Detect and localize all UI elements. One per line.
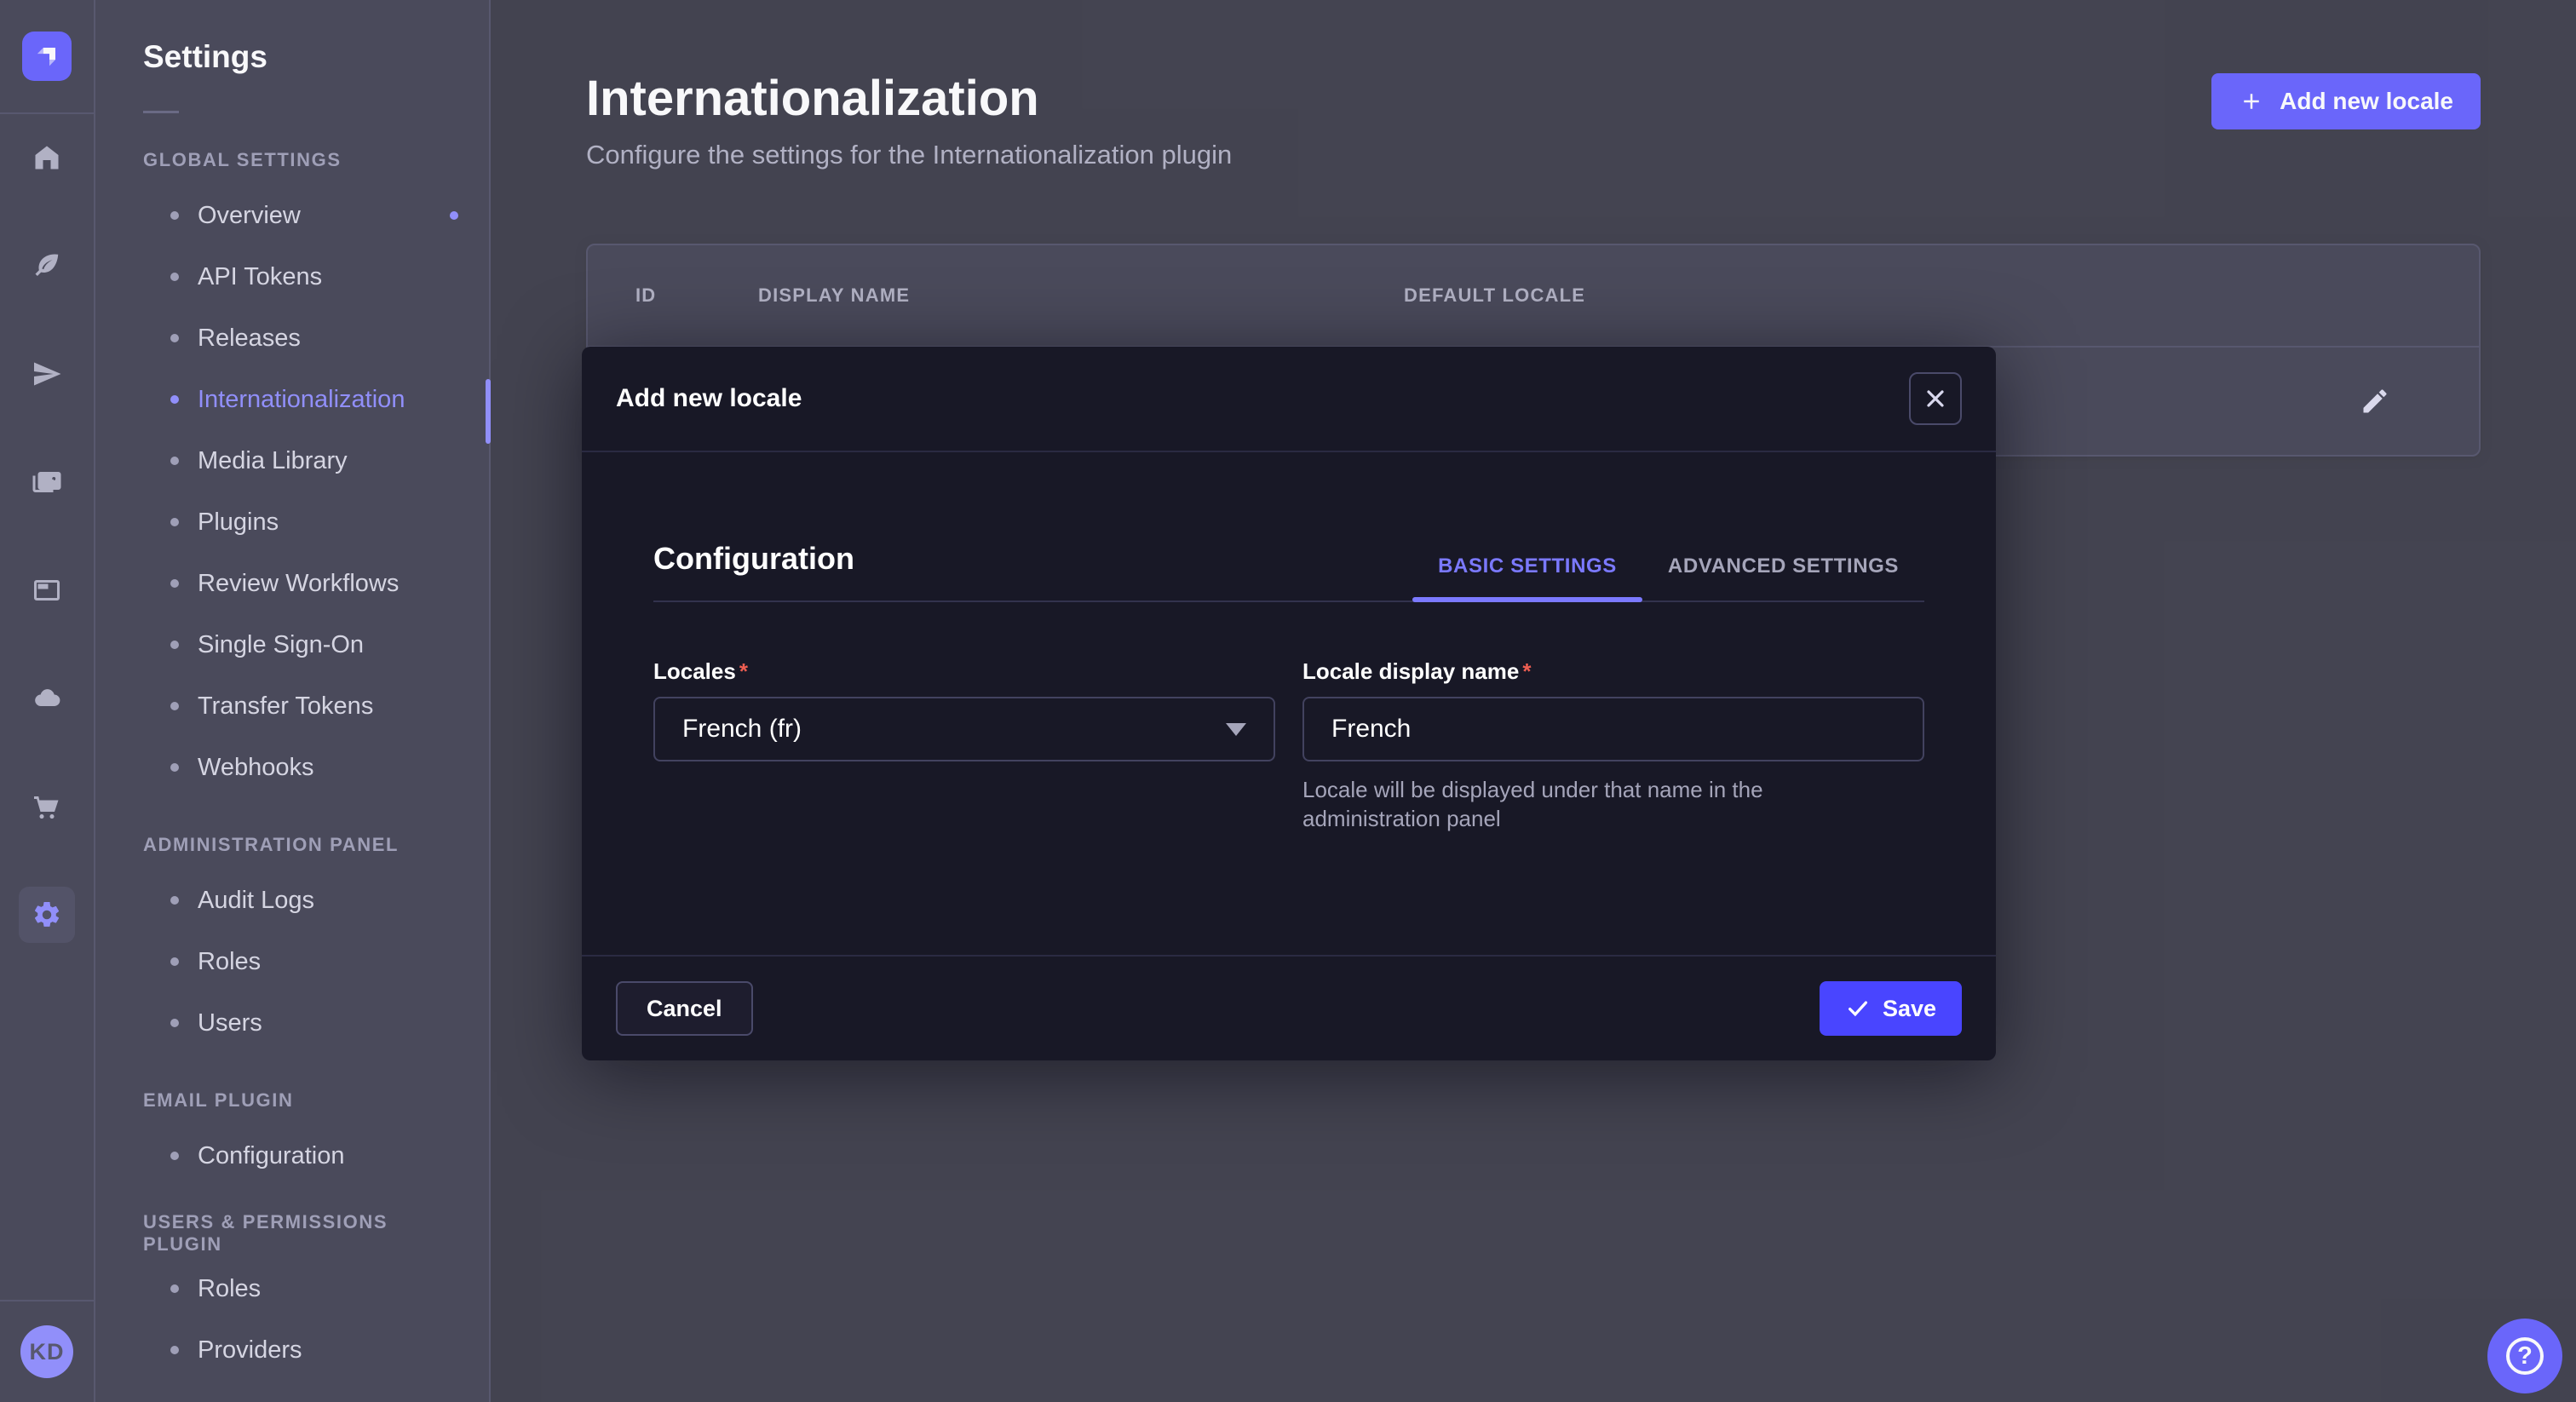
modal-body: Configuration BASIC SETTINGSADVANCED SET… <box>582 452 1996 955</box>
check-icon <box>1845 996 1871 1021</box>
close-icon <box>1922 385 1949 412</box>
strapi-admin-app: KD Settings GLOBAL SETTINGSOverviewAPI T… <box>0 0 2576 1402</box>
close-modal-button[interactable] <box>1909 372 1962 425</box>
display-name-hint: Locale will be displayed under that name… <box>1302 775 1890 834</box>
modal-title: Add new locale <box>616 384 802 413</box>
display-name-label-text: Locale display name <box>1302 658 1519 684</box>
locales-select-value: French (fr) <box>682 715 802 744</box>
locales-field: Locales* French (fr) <box>653 658 1275 834</box>
required-asterisk: * <box>1522 658 1531 684</box>
configuration-title: Configuration <box>653 541 854 600</box>
save-button-label: Save <box>1883 996 1936 1022</box>
required-asterisk: * <box>739 658 748 684</box>
display-name-label: Locale display name* <box>1302 658 1924 685</box>
tab-advanced-settings[interactable]: ADVANCED SETTINGS <box>1642 554 1924 600</box>
configuration-header-row: Configuration BASIC SETTINGSADVANCED SET… <box>653 541 1924 602</box>
settings-tabs: BASIC SETTINGSADVANCED SETTINGS <box>1412 554 1924 600</box>
display-name-input[interactable] <box>1302 697 1924 761</box>
locales-label: Locales* <box>653 658 1275 685</box>
form-fields-row: Locales* French (fr) Locale display name… <box>653 658 1924 834</box>
chevron-down-icon <box>1226 723 1246 736</box>
display-name-field: Locale display name* Locale will be disp… <box>1302 658 1924 834</box>
modal-header: Add new locale <box>582 347 1996 452</box>
add-locale-modal: Add new locale Configuration BASIC SETTI… <box>582 347 1996 1060</box>
tab-basic-settings[interactable]: BASIC SETTINGS <box>1412 554 1642 600</box>
locales-label-text: Locales <box>653 658 736 684</box>
cancel-button[interactable]: Cancel <box>616 981 753 1036</box>
save-button[interactable]: Save <box>1820 981 1962 1036</box>
locales-select[interactable]: French (fr) <box>653 697 1275 761</box>
modal-footer: Cancel Save <box>582 955 1996 1060</box>
